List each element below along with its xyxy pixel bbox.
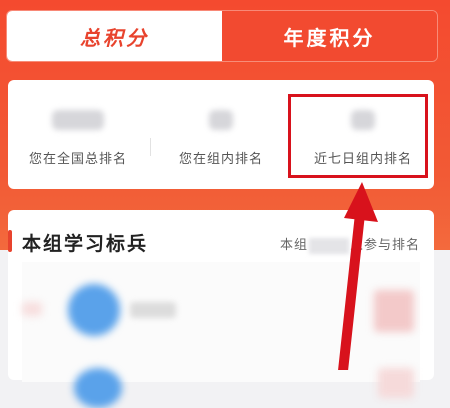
participant-count-blurred — [309, 237, 350, 254]
group-rank-label: 您在组内排名 — [178, 152, 263, 167]
national-rank-label: 您在全国总排名 — [28, 152, 127, 167]
score-tabs: 总积分 年度积分 — [6, 10, 438, 62]
member-name-blurred — [130, 302, 176, 318]
score-badge-blurred — [378, 368, 414, 398]
national-rank: 您在全国总排名 — [8, 80, 148, 189]
tab-annual-score[interactable]: 年度积分 — [222, 11, 437, 61]
title-accent-bar — [8, 230, 12, 252]
leaderboard-list — [22, 262, 420, 408]
highlight-annotation-box — [288, 94, 428, 178]
group-sub-suffix: 人参与排名 — [350, 238, 421, 253]
avatar — [68, 284, 120, 336]
group-learning-card: 本组学习标兵 本组 人参与排名 — [8, 210, 434, 408]
score-badge-blurred — [374, 290, 414, 332]
avatar — [74, 368, 122, 408]
group-title: 本组学习标兵 — [22, 233, 149, 255]
group-rank-value — [209, 110, 233, 130]
national-rank-value — [52, 110, 104, 130]
rank-number-blurred — [22, 302, 42, 316]
group-sub-prefix: 本组 — [280, 238, 309, 253]
group-rank: 您在组内排名 — [151, 80, 291, 189]
group-participants[interactable]: 本组 人参与排名 — [280, 234, 420, 254]
tab-total-score[interactable]: 总积分 — [7, 11, 222, 61]
